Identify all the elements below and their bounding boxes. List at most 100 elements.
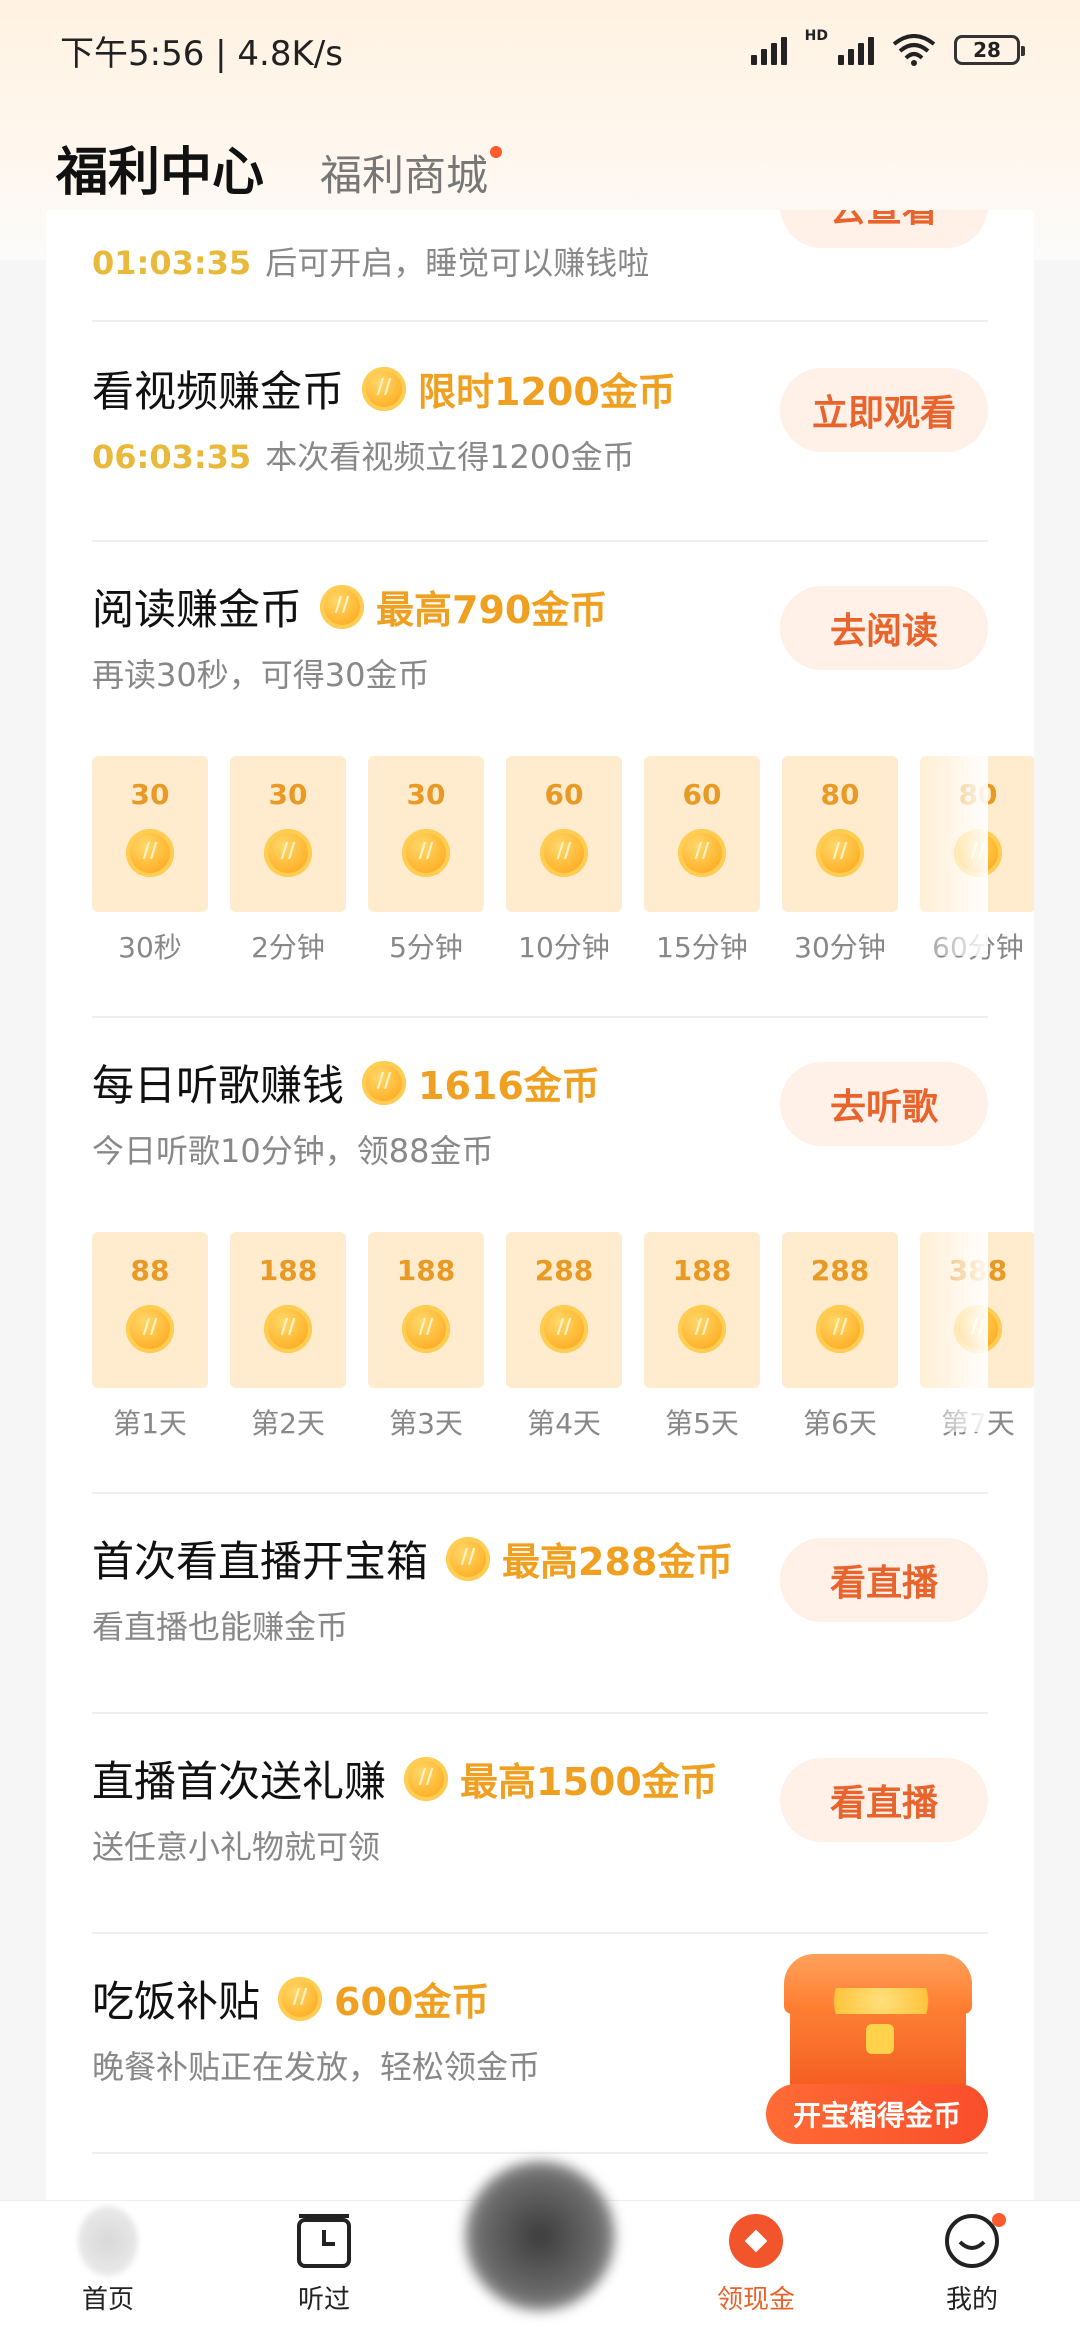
task-read: 阅读赚金币 最高790金币 再读30秒，可得30金币 去阅读 30 30秒 30 2… (92, 542, 1034, 1018)
sleep-desc-text: 后可开启，睡觉可以赚钱啦 (265, 244, 650, 282)
nav-home[interactable]: 首页 (0, 2201, 216, 2340)
nav-history[interactable]: 听过 (216, 2201, 432, 2340)
coin-icon (540, 829, 588, 877)
page-title[interactable]: 福利中心 (56, 130, 264, 205)
meal-reward: 600金币 (334, 1980, 490, 2024)
watch-live-button[interactable]: 看直播 (780, 1538, 988, 1622)
tile-label: 第5天 (665, 1407, 739, 1440)
task-meal: 吃饭补贴 600金币 晚餐补贴正在发放，轻松领金币 开宝箱得金币 (92, 1934, 988, 2154)
nav-center[interactable] (432, 2161, 648, 2340)
cash-icon (726, 2211, 786, 2271)
nav-cash[interactable]: 领现金 (648, 2201, 864, 2340)
status-time-speed: 下午5:56 | 4.8K/s (60, 33, 343, 74)
reward-tile[interactable]: 188 第5天 (644, 1232, 760, 1442)
tile-label: 第6天 (803, 1407, 877, 1440)
nav-mine[interactable]: 我的 (864, 2201, 1080, 2340)
tile-label: 第4天 (527, 1407, 601, 1440)
notification-dot (992, 2213, 1006, 2227)
reward-tile[interactable]: 80 30分钟 (782, 756, 898, 966)
coin-icon (446, 1536, 491, 1581)
task-sleep: 去查看 01:03:35 后可开启，睡觉可以赚钱啦 (92, 210, 988, 322)
tile-value: 288 (534, 1254, 594, 1287)
reward-tile[interactable]: 30 2分钟 (230, 756, 346, 966)
task-video: 看视频赚金币 限时1200金币 06:03:35 本次看视频立得1200金币 立即… (92, 322, 988, 542)
video-timer: 06:03:35 (92, 438, 252, 476)
wifi-icon (892, 34, 936, 66)
coin-icon (678, 1305, 726, 1353)
coin-icon (278, 1976, 323, 2021)
go-read-button[interactable]: 去阅读 (780, 586, 988, 670)
live-gift-desc: 送任意小礼物就可领 (92, 1828, 381, 1866)
tile-value: 88 (130, 1254, 170, 1287)
music-reward-tiles: 88 第1天 188 第2天 188 第3天 288 第4天 188 第5天 288 第6天… (92, 1232, 1034, 1442)
music-desc: 今日听歌10分钟，领88金币 (92, 1132, 494, 1170)
tile-value: 30 (268, 778, 308, 811)
music-reward: 1616金币 (418, 1064, 600, 1108)
meal-title: 吃饭补贴 (92, 1977, 261, 2026)
read-title: 阅读赚金币 (92, 585, 303, 634)
task-live-gift: 直播首次送礼赚 最高1500金币 送任意小礼物就可领 看直播 (92, 1714, 988, 1934)
tile-value: 30 (406, 778, 446, 811)
music-title: 每日听歌赚钱 (92, 1061, 345, 1110)
reward-tile[interactable]: 288 第4天 (506, 1232, 622, 1442)
live-box-title-row: 首次看直播开宝箱 最高288金币 (92, 1528, 733, 1589)
tile-label: 第1天 (113, 1407, 187, 1440)
meal-desc: 晚餐补贴正在发放，轻松领金币 (92, 2048, 541, 2086)
coin-icon (362, 366, 407, 411)
reward-tile[interactable]: 60 15分钟 (644, 756, 760, 966)
sleep-desc: 01:03:35 后可开启，睡觉可以赚钱啦 (92, 238, 649, 284)
reward-tile[interactable]: 88 第1天 (92, 1232, 208, 1442)
coin-icon (126, 1305, 174, 1353)
tile-value: 188 (258, 1254, 318, 1287)
task-live-box: 首次看直播开宝箱 最高288金币 看直播也能赚金币 看直播 (92, 1494, 988, 1714)
status-icons: HD 28 (750, 28, 1025, 66)
reward-tile[interactable]: 30 5分钟 (368, 756, 484, 966)
reward-tile[interactable]: 188 第2天 (230, 1232, 346, 1442)
tile-label: 第3天 (389, 1407, 463, 1440)
reward-tile[interactable]: 60 10分钟 (506, 756, 622, 966)
live-gift-title: 直播首次送礼赚 (92, 1757, 387, 1806)
tile-label: 10分钟 (518, 931, 610, 964)
tile-value: 60 (682, 778, 722, 811)
meal-title-row: 吃饭补贴 600金币 (92, 1968, 489, 2029)
watch-live-gift-button[interactable]: 看直播 (780, 1758, 988, 1842)
tile-value: 188 (396, 1254, 456, 1287)
reward-tile[interactable]: 30 30秒 (92, 756, 208, 966)
go-listen-button[interactable]: 去听歌 (780, 1062, 988, 1146)
coin-icon (264, 829, 312, 877)
signal-icon (750, 35, 787, 65)
tab-welfare-shop[interactable]: 福利商城 (320, 142, 503, 203)
tile-value: 30 (130, 778, 170, 811)
title-bar: 福利中心 福利商城 (56, 130, 503, 210)
read-desc: 再读30秒，可得30金币 (92, 656, 430, 694)
read-title-row: 阅读赚金币 最高790金币 (92, 576, 607, 637)
task-list-card: 去查看 01:03:35 后可开启，睡觉可以赚钱啦 看视频赚金币 限时1200金币… (46, 210, 1034, 2210)
nav-mine-label: 我的 (945, 2285, 998, 2315)
reward-tile[interactable]: 288 第6天 (782, 1232, 898, 1442)
coin-icon (402, 1305, 450, 1353)
tile-label: 5分钟 (389, 931, 463, 964)
coin-icon (816, 1305, 864, 1353)
nav-home-label: 首页 (81, 2285, 134, 2315)
live-gift-reward: 最高1500金币 (460, 1760, 718, 1804)
bottom-nav: 首页 听过 领现金 我的 (0, 2161, 1080, 2340)
sleep-timer: 01:03:35 (92, 244, 252, 282)
hd-label: HD (804, 28, 828, 44)
signal-hd-icon (838, 35, 874, 65)
tile-label: 2分钟 (251, 931, 325, 964)
watch-now-button[interactable]: 立即观看 (780, 368, 988, 452)
coin-icon (320, 584, 365, 629)
tile-value: 288 (810, 1254, 870, 1287)
video-desc: 06:03:35 本次看视频立得1200金币 (92, 432, 635, 478)
live-box-reward: 最高288金币 (502, 1540, 734, 1584)
video-title: 看视频赚金币 (92, 367, 345, 416)
treasure-chest-button[interactable]: 开宝箱得金币 (766, 1944, 996, 2144)
sleep-view-button[interactable]: 去查看 (780, 210, 988, 248)
tile-label: 15分钟 (656, 931, 748, 964)
reward-tile[interactable]: 188 第3天 (368, 1232, 484, 1442)
coin-icon (402, 829, 450, 877)
live-box-desc: 看直播也能赚金币 (92, 1608, 349, 1646)
chest-coins-icon (816, 1988, 946, 2014)
scroll-fade (908, 1222, 988, 1432)
coin-icon (678, 829, 726, 877)
